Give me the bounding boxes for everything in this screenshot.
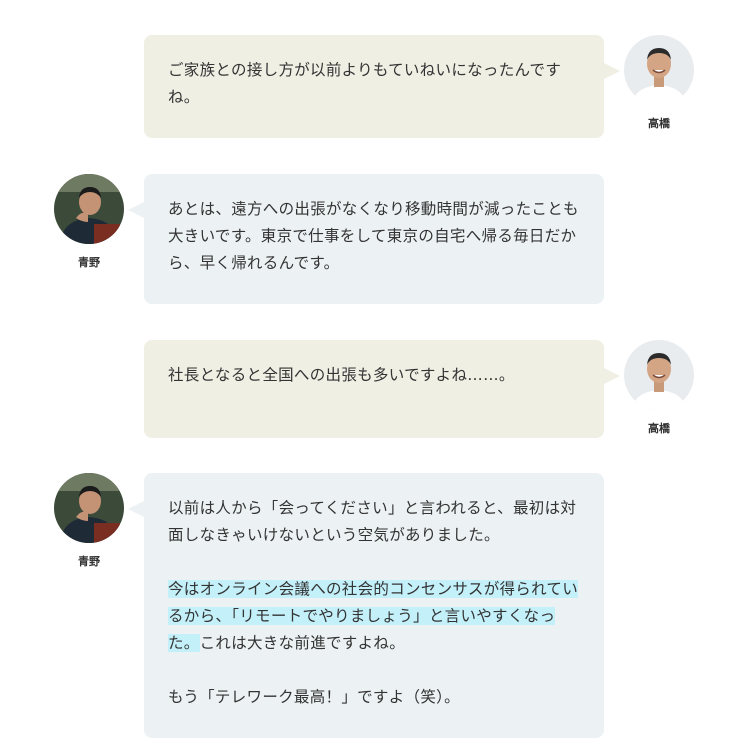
message-text: 今はオンライン会議への社会的コンセンサスが得られているから、「リモートでやりまし…	[168, 576, 580, 657]
speech-bubble-aono: 以前は人から「会ってください」と言われると、最初は対面しなきゃいけないという空気…	[128, 473, 604, 738]
speaker-aono: 青野	[54, 174, 124, 270]
speaker-name: 高橋	[648, 422, 670, 435]
message-text: 社長となると全国への出張も多いですよね……。	[168, 366, 515, 384]
interview-dialogue: ご家族との接し方が以前よりもていねいになったんですね。 高橋 青野 あとは、遠方…	[0, 0, 739, 750]
message-text: 以前は人から「会ってください」と言われると、最初は対面しなきゃいけないという空気…	[168, 499, 577, 544]
speech-bubble-takahashi: ご家族との接し方が以前よりもていねいになったんですね。	[144, 35, 620, 138]
person-avatar-icon	[54, 174, 124, 244]
speaker-name: 青野	[78, 256, 100, 269]
message-text: もう「テレワーク最高！」ですよ（笑）。	[168, 688, 460, 706]
speaker-name: 青野	[78, 555, 100, 568]
speech-bubble-aono: あとは、遠方への出張がなくなり移動時間が減ったことも大きいです。東京で仕事をして…	[128, 174, 604, 304]
speaker-takahashi: 高橋	[624, 35, 694, 131]
message-text-rest: これは大きな前進ですよね。	[199, 634, 406, 652]
person-avatar-icon	[54, 473, 124, 543]
person-avatar-icon	[624, 340, 694, 410]
speaker-takahashi: 高橋	[624, 340, 694, 436]
message-text: あとは、遠方への出張がなくなり移動時間が減ったことも大きいです。東京で仕事をして…	[168, 200, 579, 272]
speaker-name: 高橋	[648, 117, 670, 130]
person-avatar-icon	[624, 35, 694, 105]
message-text: ご家族との接し方が以前よりもていねいになったんですね。	[168, 61, 562, 106]
speech-bubble-takahashi: 社長となると全国への出張も多いですよね……。	[144, 340, 620, 438]
speaker-aono: 青野	[54, 473, 124, 569]
